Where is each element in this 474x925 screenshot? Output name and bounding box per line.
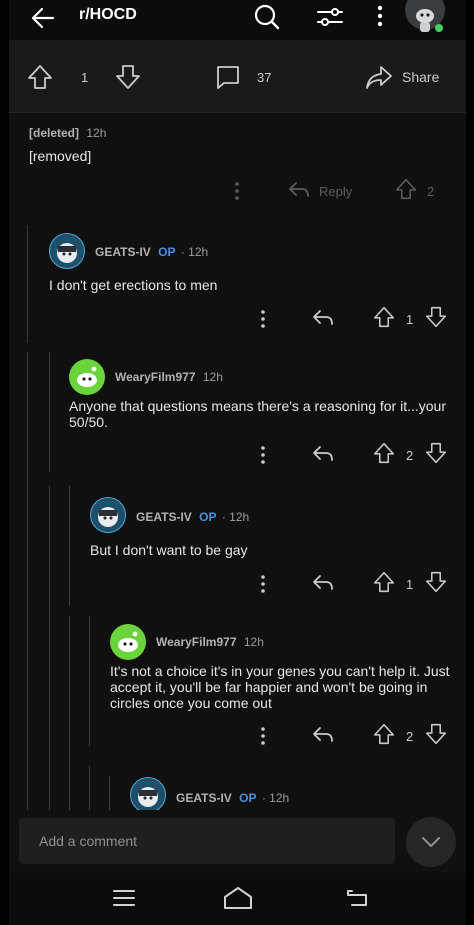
thread-line[interactable]	[89, 616, 90, 746]
more-vertical-icon[interactable]	[257, 442, 269, 468]
menu-icon[interactable]	[112, 887, 136, 909]
chevron-down-icon	[419, 830, 443, 854]
reply-icon[interactable]	[311, 442, 335, 466]
comment-actions: 1	[257, 306, 457, 334]
upvote-icon[interactable]	[373, 306, 395, 328]
reply-icon[interactable]	[311, 306, 335, 330]
thread-line[interactable]	[49, 766, 50, 812]
downvote-icon[interactable]	[425, 571, 447, 593]
comment-author[interactable]: [deleted] 12h	[29, 126, 106, 140]
top-bar: r/HOCD	[9, 0, 466, 40]
back-arrow-icon[interactable]	[29, 4, 57, 32]
upvote-icon[interactable]	[373, 571, 395, 593]
share-label[interactable]: Share	[402, 69, 439, 85]
add-comment-input[interactable]: Add a comment	[19, 818, 395, 864]
comment-actions: 2	[257, 442, 457, 470]
comment-author[interactable]: WearyFilm977 12h	[156, 635, 264, 649]
comment-actions: 2	[257, 723, 457, 751]
comment-icon[interactable]	[215, 64, 241, 90]
more-vertical-icon[interactable]	[231, 178, 243, 204]
avatar[interactable]	[69, 359, 105, 395]
avatar[interactable]	[49, 233, 85, 269]
more-vertical-icon[interactable]	[257, 571, 269, 597]
avatar[interactable]	[130, 777, 166, 813]
share-icon[interactable]	[365, 64, 393, 90]
upvote-icon[interactable]	[373, 442, 395, 464]
comment-author[interactable]: GEATS-IV OP · 12h	[136, 510, 249, 524]
reply-icon[interactable]	[287, 178, 311, 202]
comment-author[interactable]: GEATS-IV OP · 12h	[95, 245, 208, 259]
comment-vote-count: 2	[406, 729, 414, 744]
more-vertical-icon[interactable]	[257, 306, 269, 332]
thread-line[interactable]	[89, 766, 90, 812]
filter-icon[interactable]	[316, 4, 344, 30]
thread-line[interactable]	[69, 616, 70, 812]
comment-author[interactable]: GEATS-IV OP · 12h	[176, 791, 289, 805]
comment-vote-count: 2	[427, 184, 435, 199]
thread-line[interactable]	[109, 776, 110, 810]
home-icon[interactable]	[223, 885, 253, 911]
downvote-icon[interactable]	[425, 723, 447, 745]
comment-actions: Reply 2	[231, 178, 461, 206]
subreddit-title[interactable]: r/HOCD	[79, 6, 137, 24]
comment-vote-count: 2	[406, 448, 414, 463]
comment-vote-count: 1	[406, 577, 414, 592]
avatar[interactable]	[90, 497, 126, 533]
comment-screen: r/HOCD 1 37 Share [deleted] 12h [removed…	[9, 0, 466, 925]
system-nav-bar	[9, 873, 466, 925]
snoo-avatar-icon[interactable]	[405, 0, 447, 36]
next-comment-button[interactable]	[406, 817, 456, 867]
comment-body: Anyone that questions means there's a re…	[69, 398, 447, 430]
post-comment-count: 37	[257, 70, 272, 85]
upvote-icon[interactable]	[27, 64, 53, 90]
comment-body: It's not a choice it's in your genes you…	[110, 663, 450, 711]
reply-icon[interactable]	[311, 571, 335, 595]
thread-line[interactable]	[49, 352, 50, 472]
thread-line[interactable]	[27, 225, 28, 343]
post-action-bar: 1 37 Share	[9, 40, 466, 113]
comment-actions: 1	[257, 571, 457, 599]
reply-icon[interactable]	[311, 723, 335, 747]
comment-author[interactable]: WearyFilm977 12h	[115, 370, 223, 384]
comment-body: But I don't want to be gay	[90, 542, 248, 558]
more-vertical-icon[interactable]	[257, 723, 269, 749]
more-vertical-icon[interactable]	[373, 4, 387, 28]
upvote-icon[interactable]	[373, 723, 395, 745]
upvote-icon[interactable]	[395, 178, 417, 200]
back-nav-icon[interactable]	[346, 887, 370, 909]
thread-line[interactable]	[69, 486, 70, 606]
search-icon[interactable]	[253, 3, 281, 31]
avatar[interactable]	[110, 624, 146, 660]
comment-body: [removed]	[29, 148, 92, 164]
reply-label[interactable]: Reply	[319, 184, 352, 199]
comment-vote-count: 1	[406, 312, 414, 327]
thread-line[interactable]	[27, 616, 28, 812]
comment-body: I don't get erections to men	[49, 277, 218, 293]
add-comment-placeholder: Add a comment	[39, 833, 138, 849]
downvote-icon[interactable]	[425, 306, 447, 328]
downvote-icon[interactable]	[425, 442, 447, 464]
post-vote-count: 1	[81, 70, 89, 85]
downvote-icon[interactable]	[115, 64, 141, 90]
